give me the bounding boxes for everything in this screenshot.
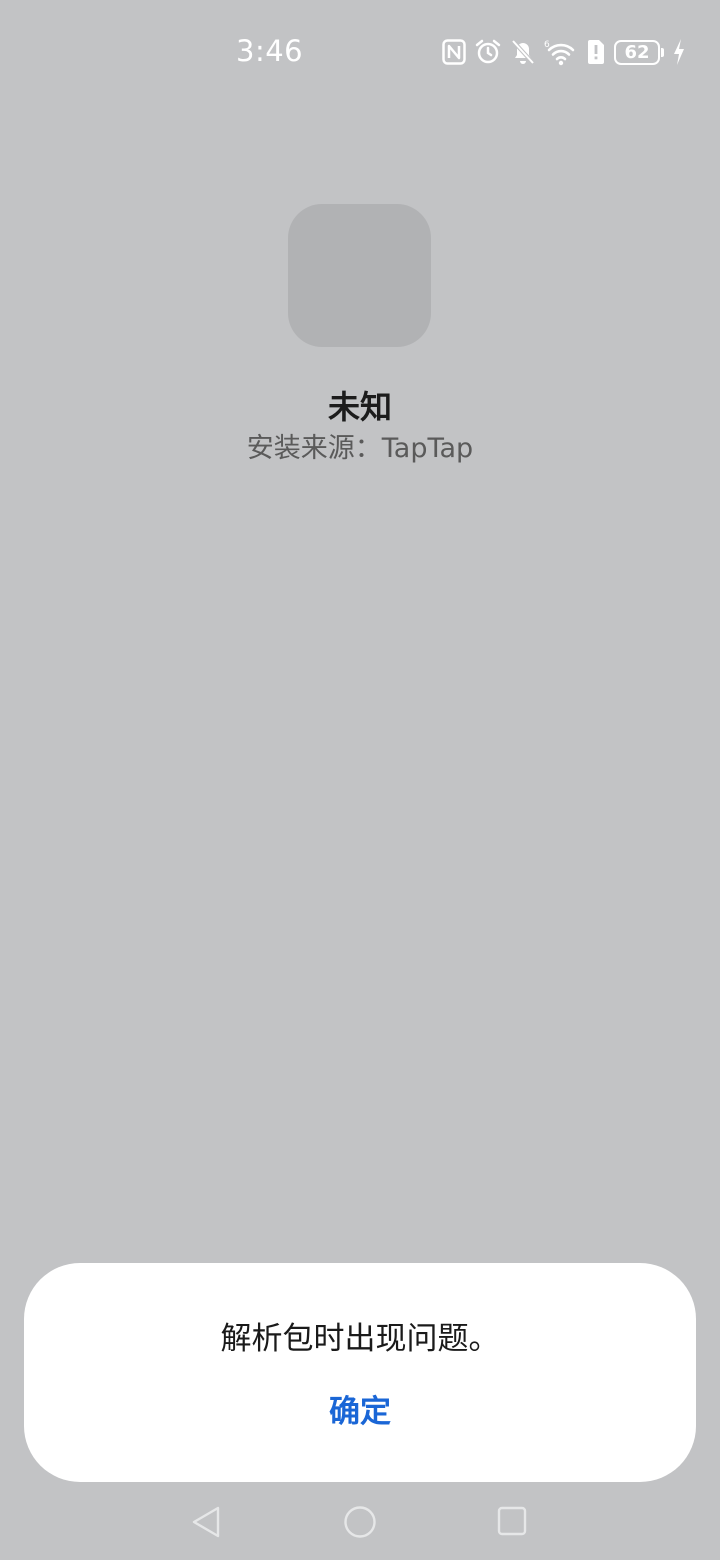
error-dialog: 解析包时出现问题。 (24, 1263, 696, 1482)
install-source: 安装来源：TapTap (246, 433, 474, 464)
battery-level: 62 (614, 39, 660, 65)
app-name: 未知 (327, 388, 392, 426)
recents-icon[interactable] (490, 1502, 534, 1546)
navigation-bar (0, 1490, 720, 1560)
battery-icon: 62 (614, 39, 664, 65)
notifications-off-icon (510, 38, 536, 66)
confirm-button[interactable]: 确定 (286, 1386, 434, 1438)
sim-alert-icon (586, 39, 606, 65)
dialog-message: 解析包时出现问题。 (220, 1321, 500, 1357)
home-icon[interactable] (338, 1502, 382, 1546)
nfc-icon (442, 39, 466, 65)
app-icon-placeholder (288, 204, 431, 347)
status-icons: 6 62 (442, 36, 686, 68)
charging-icon (672, 38, 686, 66)
status-bar: 3:46 6 62 (0, 0, 720, 100)
back-icon[interactable] (184, 1502, 228, 1546)
status-time: 3:46 (236, 34, 304, 68)
wifi-icon: 6 (544, 38, 578, 66)
alarm-icon (474, 38, 502, 66)
